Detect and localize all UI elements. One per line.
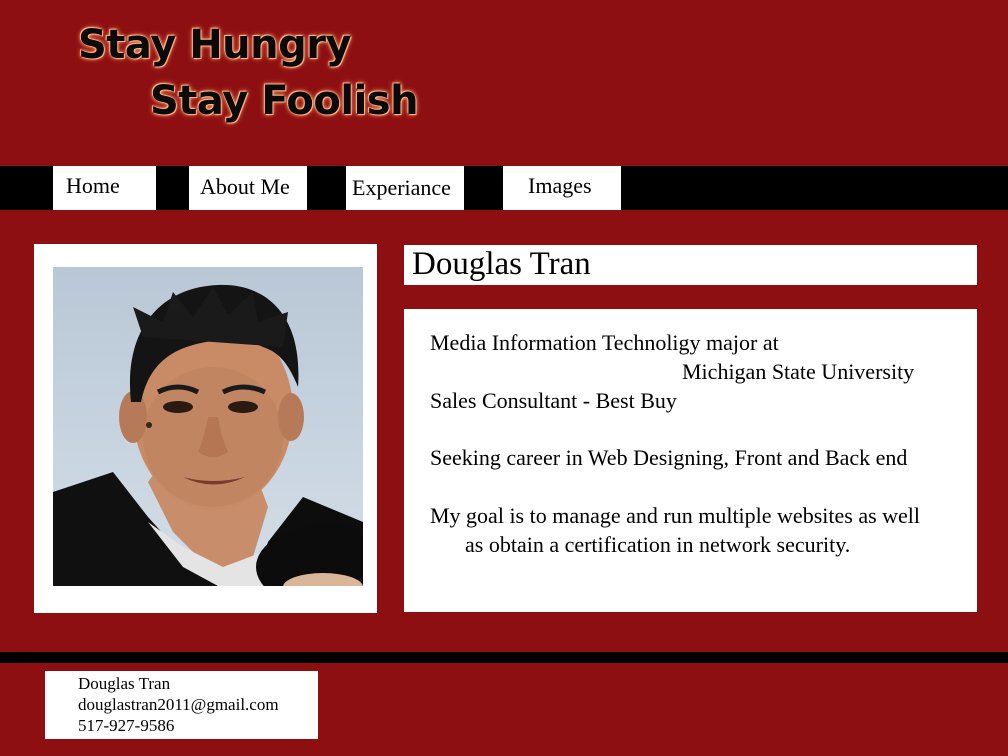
bio-goal-line-1: My goal is to manage and run multiple we… — [430, 503, 921, 528]
bio-goal-line-2: as obtain a certification in network sec… — [465, 532, 851, 557]
logo-line-1: Stay Hungry — [78, 22, 352, 68]
contact-info: Douglas Tran douglastran2011@gmail.com 5… — [45, 671, 318, 739]
contact-name: Douglas Tran — [78, 674, 171, 693]
bio-job: Sales Consultant - Best Buy — [430, 388, 677, 413]
profile-photo-illustration — [53, 284, 363, 586]
contact-phone: 517-927-9586 — [78, 716, 175, 735]
profile-photo — [53, 267, 363, 586]
bio-university: Michigan State University — [682, 359, 915, 384]
nav-about-me-link[interactable]: About Me — [189, 166, 307, 210]
profile-photo-frame — [34, 244, 377, 613]
profile-name: Douglas Tran — [404, 245, 977, 285]
logo-line-2: Stay Foolish — [150, 78, 419, 124]
bio-major: Media Information Technoligy major at — [430, 330, 779, 355]
bio-panel: Media Information Technoligy major at Mi… — [404, 309, 977, 612]
site-logo: Stay Hungry Stay Foolish — [78, 22, 458, 132]
nav-home-link[interactable]: Home — [53, 166, 156, 210]
page: Stay Hungry Stay Foolish Home About Me E… — [0, 0, 1008, 756]
nav-images-link[interactable]: Images — [503, 166, 621, 210]
footer-divider — [0, 652, 1008, 663]
nav-experiance-link[interactable]: Experiance — [346, 166, 464, 210]
bio-career: Seeking career in Web Designing, Front a… — [430, 445, 908, 470]
contact-email[interactable]: douglastran2011@gmail.com — [78, 694, 318, 715]
nav-bar: Home About Me Experiance Images — [0, 166, 1008, 210]
